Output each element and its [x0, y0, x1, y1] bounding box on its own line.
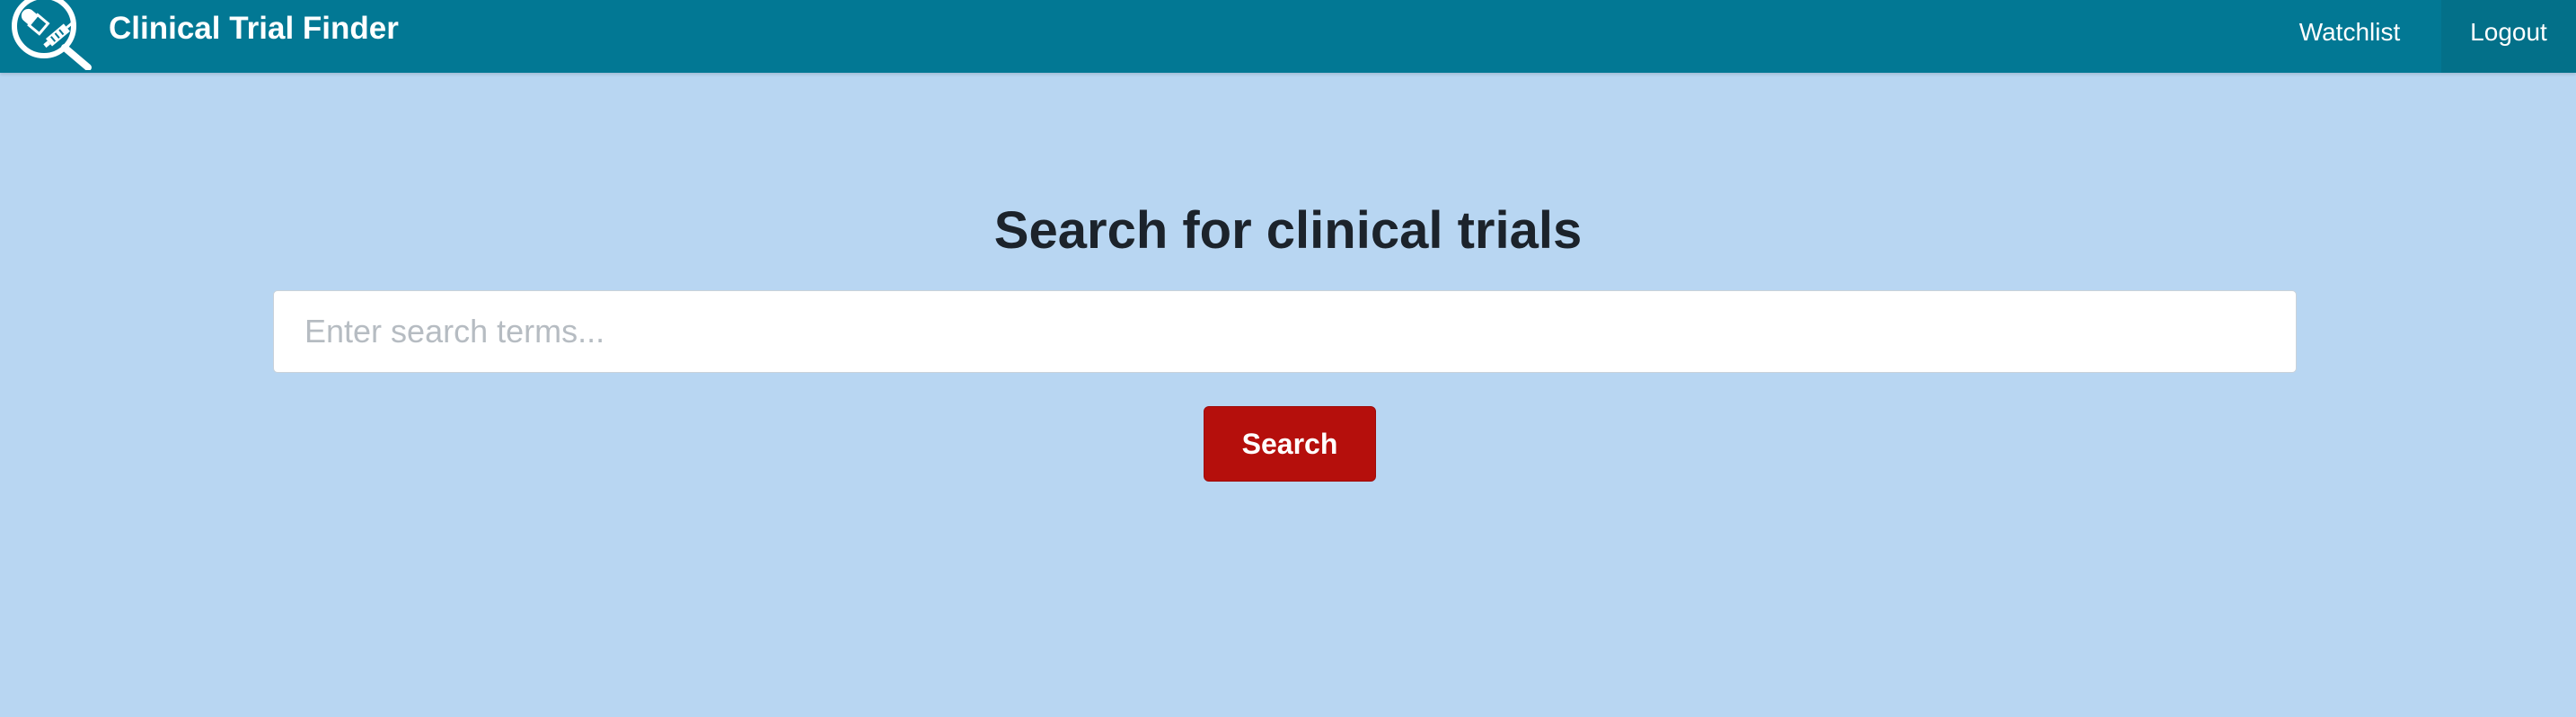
page-title: Search for clinical trials	[993, 201, 1583, 260]
nav-logout-link[interactable]: Logout	[2441, 0, 2576, 73]
nav-links: Watchlist Logout	[2258, 0, 2576, 73]
pill-syringe-magnifier-icon	[12, 0, 92, 70]
search-input[interactable]	[273, 290, 2297, 373]
search-button[interactable]: Search	[1204, 406, 1376, 482]
app-title[interactable]: Clinical Trial Finder	[109, 9, 399, 49]
nav-watchlist-link[interactable]: Watchlist	[2258, 0, 2441, 73]
top-navbar: Clinical Trial Finder Watchlist Logout	[0, 0, 2576, 73]
